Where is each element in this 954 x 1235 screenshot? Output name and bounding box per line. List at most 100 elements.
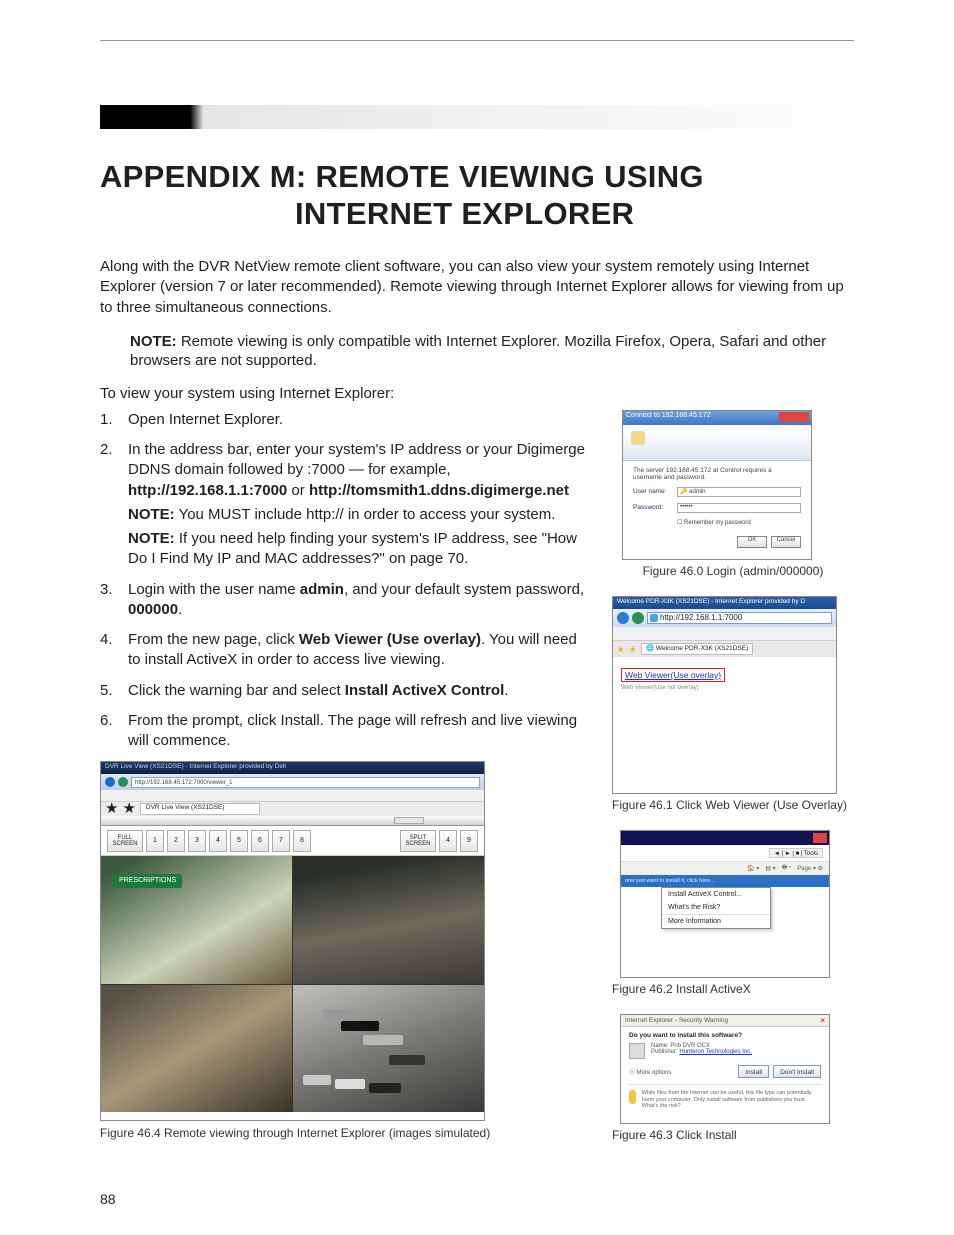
- fig463-warn: While files from the Internet can be use…: [642, 1090, 821, 1110]
- step-2: In the address bar, enter your system's …: [100, 440, 590, 570]
- step-1-text: Open Internet Explorer.: [128, 411, 283, 428]
- fig464-titlebar: DVR Live View (XS21DSE) - Internet Explo…: [101, 762, 484, 774]
- user-input: 🔑 admin: [677, 487, 801, 497]
- figure-46-2: ◄ | ► | ■ | Tools 🏠 ▾ ▤ ▾ 🖶 ▾ Page ▾ ⚙ o…: [612, 830, 854, 996]
- fig460-title: Connect to 192.168.45.172: [623, 411, 811, 425]
- back-icon: [105, 777, 115, 787]
- remember-label: Remember my password: [684, 520, 751, 526]
- fig462-warnbar: orer just want to install it, click here…: [621, 875, 829, 887]
- step-2-note1-t: You MUST include http:// in order to acc…: [175, 506, 556, 523]
- whats-risk-item: What's the Risk?: [662, 901, 770, 914]
- cancel-button: Cancel: [771, 536, 801, 548]
- forward-icon: [632, 612, 644, 624]
- s3a: Login with the user name: [128, 581, 300, 598]
- cam-7: 7: [272, 830, 290, 852]
- web-viewer-no-overlay-link: Web Viewer(Use not overlay): [621, 685, 828, 691]
- web-viewer-overlay-link: Web Viewer(Use overlay): [621, 668, 725, 682]
- pub-l: Publisher:: [651, 1049, 679, 1055]
- split-4: 4: [439, 830, 457, 852]
- step-2-note1-l: NOTE:: [128, 506, 175, 523]
- split-screen-button: SPLIT SCREEN: [400, 830, 436, 852]
- top-rule: [100, 40, 854, 41]
- more-t: More options: [637, 1070, 672, 1076]
- fig461-tab: 🌐 Welcome PDR-X3K (XS21DSE): [641, 643, 753, 655]
- page-menu: Page ▾ ⚙: [797, 865, 823, 872]
- fig463-question: Do you want to install this software?: [629, 1032, 821, 1039]
- pass-input: ••••••: [677, 503, 801, 513]
- step-2-c: or: [287, 482, 309, 499]
- note-label: NOTE:: [130, 333, 177, 350]
- intro-paragraph: Along with the DVR NetView remote client…: [100, 257, 854, 318]
- step-2-note2-l: NOTE:: [128, 530, 175, 547]
- home-icon: 🏠 ▾: [747, 865, 759, 872]
- fig463-title: Internet Explorer - Security Warning: [625, 1017, 728, 1024]
- fig464-btnrow: FULL SCREEN 1 2 3 4 5 6 7 8 SPLIT SCREEN…: [101, 826, 484, 856]
- install-button: Install: [738, 1065, 769, 1078]
- s3c: , and your default system password,: [344, 581, 584, 598]
- user-label: User name:: [633, 488, 673, 495]
- fig464-caption: Figure 46.4 Remote viewing through Inter…: [100, 1125, 590, 1141]
- fig460-msg: The server 192.168.45.172 at Control req…: [633, 467, 801, 481]
- close-icon: [779, 412, 809, 422]
- ie-icon: [650, 614, 658, 622]
- step-2-a: In the address bar, enter your system's …: [128, 441, 585, 478]
- step-6: From the prompt, click Install. The page…: [100, 711, 590, 752]
- cam-3: 3: [188, 830, 206, 852]
- fig461-tools: [613, 627, 836, 641]
- s4b: Web Viewer (Use overlay): [299, 631, 481, 648]
- figure-46-1: Welcome PDR-X3K (XS21DSE) - Internet Exp…: [612, 596, 854, 812]
- install-activex-item: Install ActiveX Control...: [662, 888, 770, 901]
- cam-6: 6: [251, 830, 269, 852]
- print-icon: 🖶 ▾: [782, 863, 792, 873]
- cam-2: 2: [167, 830, 185, 852]
- s4a: From the new page, click: [128, 631, 299, 648]
- s5b: Install ActiveX Control: [345, 682, 504, 699]
- fig464-address: http://192.168.45.172:7000/viewer_1: [131, 777, 480, 788]
- title-black-box: [100, 105, 190, 129]
- camera-feed-1: [101, 856, 292, 984]
- fig464-tools: [101, 790, 484, 802]
- title-grey-fade: [190, 105, 854, 129]
- key-icon: [631, 431, 645, 445]
- figure-46-0: Connect to 192.168.45.172 The server 192…: [612, 410, 854, 578]
- fig464-slot: [394, 817, 424, 824]
- close-icon: ×: [820, 1016, 825, 1025]
- camera-feed-3: [101, 985, 292, 1113]
- pub-v: Hunteron Technologies Inc.: [679, 1049, 752, 1055]
- step-2-url2: http://tomsmith1.ddns.digimerge.net: [309, 482, 569, 499]
- fig464-grid: [101, 856, 484, 1112]
- page-heading: APPENDIX M: REMOTE VIEWING USING INTERNE…: [100, 159, 854, 232]
- cam-4: 4: [209, 830, 227, 852]
- heading-line2: INTERNET EXPLORER: [100, 196, 854, 233]
- star-add-icon: ★: [629, 645, 637, 653]
- section-lead: To view your system using Internet Explo…: [100, 385, 854, 402]
- cam-5: 5: [230, 830, 248, 852]
- more-options: ⓥ More options: [629, 1067, 671, 1076]
- s6: From the prompt, click Install. The page…: [128, 712, 577, 749]
- back-icon: [617, 612, 629, 624]
- forward-icon: [118, 777, 128, 787]
- note-compatibility: NOTE: Remote viewing is only compatible …: [100, 332, 854, 371]
- s3b: admin: [300, 581, 344, 598]
- heading-line1: APPENDIX M: REMOTE VIEWING USING: [100, 159, 854, 196]
- more-info-item: More Information: [662, 915, 770, 928]
- step-2-url1: http://192.168.1.1:7000: [128, 482, 287, 499]
- title-bar: [100, 101, 854, 129]
- steps-list: Open Internet Explorer. In the address b…: [100, 410, 590, 752]
- pass-label: Password:: [633, 504, 673, 511]
- step-1: Open Internet Explorer.: [100, 410, 590, 430]
- fig464-greybar: [101, 816, 484, 826]
- figure-46-3: Internet Explorer - Security Warning × Do…: [612, 1014, 854, 1142]
- fig461-tab-t: Welcome PDR-X3K (XS21DSE): [656, 645, 748, 652]
- fig463-caption: Figure 46.3 Click Install: [612, 1128, 854, 1142]
- full-screen-button: FULL SCREEN: [107, 830, 143, 852]
- dont-install-button: Don't Install: [773, 1065, 821, 1078]
- fig460-caption: Figure 46.0 Login (admin/000000): [612, 564, 854, 578]
- step-5: Click the warning bar and select Install…: [100, 681, 590, 701]
- package-icon: [629, 1043, 645, 1059]
- s3e: .: [178, 601, 182, 618]
- s5a: Click the warning bar and select: [128, 682, 345, 699]
- camera-feed-2: [293, 856, 484, 984]
- fig464-tab: DVR Live View (XS21DSE): [140, 803, 260, 815]
- cam-1: 1: [146, 830, 164, 852]
